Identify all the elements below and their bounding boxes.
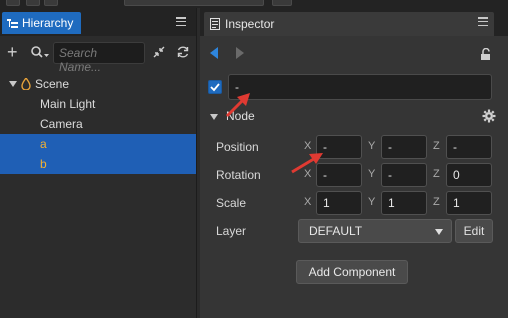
inspector-panel: Inspector - Node Position X - Y - Z - Ro… xyxy=(200,8,508,318)
layer-select-value: DEFAULT xyxy=(309,224,363,238)
back-arrow-icon[interactable] xyxy=(210,47,218,59)
position-label: Position xyxy=(216,140,259,154)
lock-icon[interactable] xyxy=(480,48,492,60)
axis-y-label: Y xyxy=(368,196,376,208)
scale-label: Scale xyxy=(216,196,247,210)
tree-item-label: b xyxy=(40,157,47,171)
node-name-input[interactable]: - xyxy=(228,74,492,100)
scale-x-input[interactable]: 1 xyxy=(316,191,362,215)
gear-icon[interactable] xyxy=(482,109,496,123)
tree-item-main-light[interactable]: Main Light xyxy=(0,94,196,114)
hierarchy-menu-icon[interactable] xyxy=(176,17,186,26)
toolbar-extra-button[interactable] xyxy=(272,0,292,6)
scale-z-input[interactable]: 1 xyxy=(446,191,492,215)
tree-item-b[interactable]: b xyxy=(0,154,196,174)
axis-z-label: Z xyxy=(433,168,440,180)
dropdown-caret-icon xyxy=(435,229,443,235)
layer-row: Layer DEFAULT Edit xyxy=(200,219,508,243)
tree-item-label: Main Light xyxy=(40,97,96,111)
tree-item-scene[interactable]: Scene xyxy=(0,74,196,94)
rotate-tool-button[interactable] xyxy=(26,0,40,6)
tree-item-camera[interactable]: Camera xyxy=(0,114,196,134)
rotation-label: Rotation xyxy=(216,168,261,182)
inspector-menu-icon[interactable] xyxy=(478,17,488,26)
add-node-button[interactable]: + xyxy=(7,43,18,61)
node-section-header[interactable]: Node xyxy=(200,106,508,128)
forward-arrow-icon[interactable] xyxy=(236,47,244,59)
tab-hierarchy[interactable]: Hierarchy xyxy=(2,12,82,34)
collapse-all-icon[interactable] xyxy=(152,45,166,59)
search-filter-icon[interactable] xyxy=(30,45,50,61)
hierarchy-toolbar: + Search Name... xyxy=(0,42,196,74)
scale-row: Scale X 1 Y 1 Z 1 xyxy=(200,191,508,215)
tab-hierarchy-label: Hierarchy xyxy=(22,16,74,30)
scene-icon xyxy=(21,78,31,90)
hierarchy-panel: Hierarchy + Search Name... Scene Main Li… xyxy=(0,8,197,318)
rotation-z-input[interactable]: 0 xyxy=(446,163,492,187)
inspector-header: Inspector xyxy=(200,8,508,36)
position-row: Position X - Y - Z - xyxy=(200,135,508,159)
pivot-toggle[interactable] xyxy=(124,0,264,6)
search-input[interactable]: Search Name... xyxy=(53,42,145,74)
axis-x-label: X xyxy=(304,140,312,152)
axis-z-label: Z xyxy=(433,196,440,208)
tree-item-label: a xyxy=(40,137,47,151)
axis-z-label: Z xyxy=(433,140,440,152)
axis-x-label: X xyxy=(304,168,312,180)
top-toolbar xyxy=(0,0,508,8)
position-y-input[interactable]: - xyxy=(381,135,427,159)
transform-tool-button[interactable] xyxy=(6,0,20,6)
node-active-checkbox[interactable] xyxy=(208,80,222,94)
rotation-x-input[interactable]: - xyxy=(316,163,362,187)
axis-y-label: Y xyxy=(368,140,376,152)
node-section-label: Node xyxy=(226,109,255,123)
node-name-row: - xyxy=(200,74,508,102)
rect-tool-button[interactable] xyxy=(44,0,58,6)
layer-label: Layer xyxy=(216,224,247,238)
tree-item-label: Camera xyxy=(40,117,83,131)
position-z-input[interactable]: - xyxy=(446,135,492,159)
inspector-icon xyxy=(210,18,220,30)
refresh-icon[interactable] xyxy=(176,45,190,59)
collapse-arrow-icon[interactable] xyxy=(210,114,218,120)
axis-x-label: X xyxy=(304,196,312,208)
tab-inspector-label: Inspector xyxy=(225,17,275,31)
layer-select[interactable]: DEFAULT xyxy=(298,219,452,243)
checkmark-icon xyxy=(210,83,220,92)
tab-inspector[interactable]: Inspector xyxy=(204,12,494,36)
position-x-input[interactable]: - xyxy=(316,135,362,159)
inspector-nav xyxy=(200,40,508,64)
hierarchy-icon xyxy=(7,18,18,28)
tree-item-a[interactable]: a xyxy=(0,134,196,154)
rotation-y-input[interactable]: - xyxy=(381,163,427,187)
axis-y-label: Y xyxy=(368,168,376,180)
add-component-button[interactable]: Add Component xyxy=(296,260,408,284)
scale-y-input[interactable]: 1 xyxy=(381,191,427,215)
edit-layer-button[interactable]: Edit xyxy=(455,219,493,243)
rotation-row: Rotation X - Y - Z 0 xyxy=(200,163,508,187)
hierarchy-header: Hierarchy xyxy=(0,8,196,36)
expand-arrow-icon[interactable] xyxy=(9,81,17,87)
tree-item-label: Scene xyxy=(35,77,70,91)
